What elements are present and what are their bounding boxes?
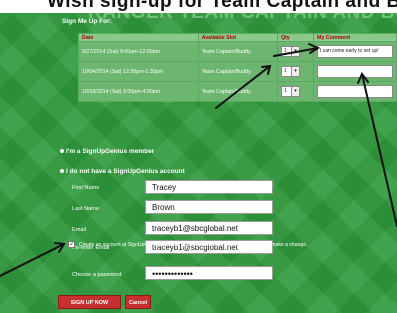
arrow-to-checkbox (0, 243, 65, 277)
signup-panel: RANGER TEAM CAPTAIN AND BUDDY SIGN UP Si… (0, 0, 397, 313)
arrow-to-qty (215, 65, 271, 109)
annotation-arrows (0, 43, 397, 277)
arrow-from-right (361, 73, 397, 227)
screenshot-caption: Wish sign-up for Team Captain and Buddy (0, 0, 397, 13)
